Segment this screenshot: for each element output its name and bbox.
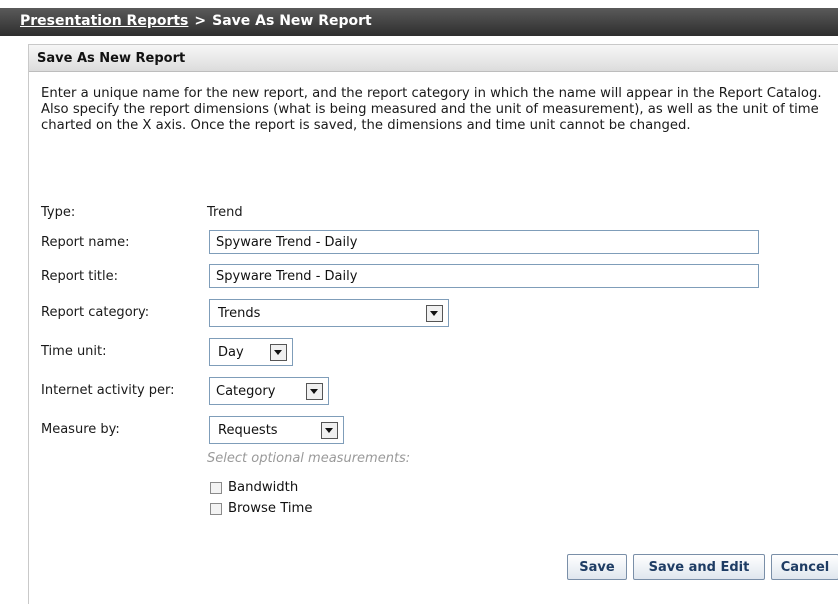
measure-by-selected: Requests bbox=[218, 423, 278, 438]
type-value: Trend bbox=[207, 205, 243, 220]
browse-time-label: Browse Time bbox=[228, 501, 313, 516]
time-unit-selected: Day bbox=[218, 345, 244, 360]
intro-paragraph-1: Enter a unique name for the new report, … bbox=[41, 86, 822, 101]
time-unit-label: Time unit: bbox=[41, 344, 107, 359]
page-titlebar: Presentation Reports > Save As New Report bbox=[0, 0, 838, 36]
cancel-button[interactable]: Cancel bbox=[771, 554, 838, 580]
type-label: Type: bbox=[41, 205, 76, 220]
bandwidth-label: Bandwidth bbox=[228, 480, 299, 495]
report-title-input[interactable] bbox=[209, 264, 759, 288]
chevron-down-icon[interactable] bbox=[306, 383, 323, 400]
activity-select[interactable]: Category bbox=[209, 377, 329, 405]
intro-paragraph-2: Also specify the report dimensions (what… bbox=[41, 102, 819, 133]
chevron-down-icon[interactable] bbox=[270, 344, 287, 361]
time-unit-select[interactable]: Day bbox=[209, 338, 293, 366]
panel-title: Save As New Report bbox=[37, 51, 186, 66]
activity-selected: Category bbox=[216, 384, 276, 399]
optional-measurements-hint: Select optional measurements: bbox=[207, 451, 411, 466]
report-name-label: Report name: bbox=[41, 235, 130, 250]
breadcrumb-link-presentation-reports[interactable]: Presentation Reports bbox=[20, 13, 188, 29]
save-and-edit-button[interactable]: Save and Edit bbox=[633, 554, 765, 580]
report-name-input[interactable] bbox=[209, 230, 759, 254]
activity-label: Internet activity per: bbox=[41, 383, 175, 398]
chevron-down-icon[interactable] bbox=[321, 422, 338, 439]
intro-text: Enter a unique name for the new report, … bbox=[41, 86, 838, 134]
panel-header: Save As New Report bbox=[29, 44, 838, 72]
bandwidth-checkbox[interactable] bbox=[210, 482, 222, 494]
breadcrumb-separator: > bbox=[194, 13, 207, 29]
report-category-label: Report category: bbox=[41, 305, 150, 320]
measure-by-label: Measure by: bbox=[41, 422, 120, 437]
report-title-label: Report title: bbox=[41, 269, 119, 284]
browse-time-checkbox[interactable] bbox=[210, 503, 222, 515]
save-button[interactable]: Save bbox=[567, 554, 627, 580]
report-category-selected: Trends bbox=[218, 306, 261, 321]
breadcrumb-current: Save As New Report bbox=[212, 13, 372, 29]
save-report-panel: Save As New Report Enter a unique name f… bbox=[28, 44, 838, 604]
report-category-select[interactable]: Trends bbox=[209, 299, 449, 327]
measure-by-select[interactable]: Requests bbox=[209, 416, 344, 444]
chevron-down-icon[interactable] bbox=[426, 305, 443, 322]
breadcrumb: Presentation Reports > Save As New Report bbox=[20, 13, 372, 29]
